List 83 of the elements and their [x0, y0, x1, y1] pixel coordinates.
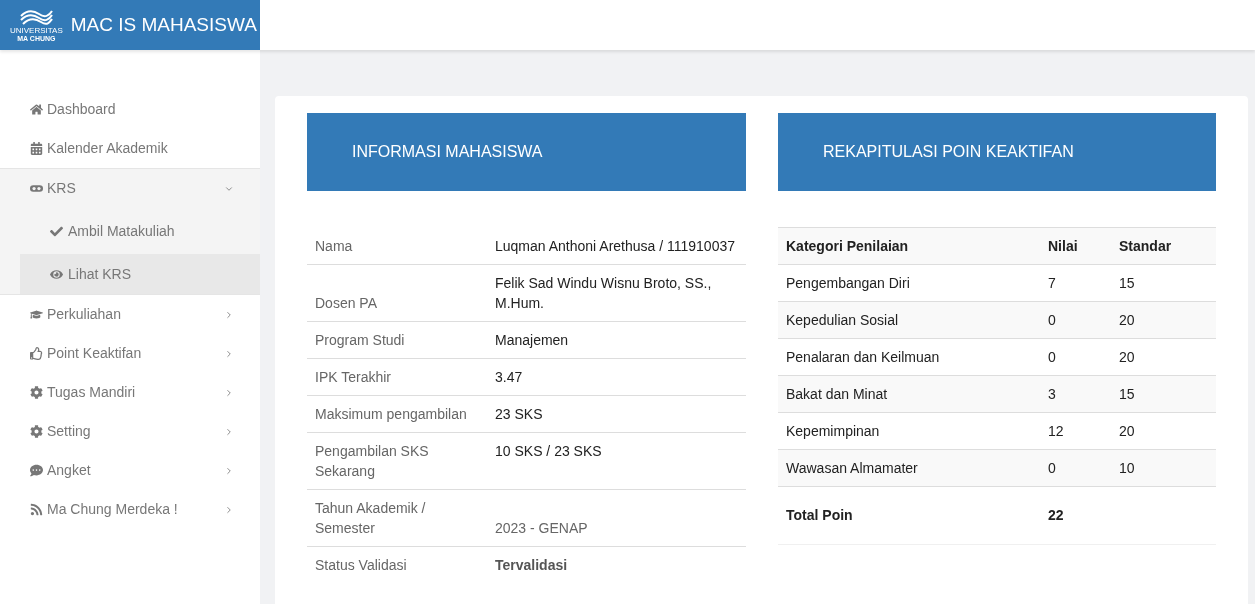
total-value: 22 — [1040, 486, 1111, 545]
field-label: Pengambilan SKS Sekarang — [307, 432, 487, 490]
sidebar-label: Tugas Mandiri — [47, 383, 136, 402]
table-cell: 20 — [1111, 412, 1216, 450]
sidebar-item[interactable]: KRS — [0, 169, 260, 208]
sidebar-item[interactable]: Setting — [0, 412, 260, 451]
field-label: Maksimum pengambilan — [307, 395, 487, 433]
field-value: 2023 - GENAP — [487, 489, 746, 547]
submenu-label: Lihat KRS — [68, 264, 132, 284]
sidebar-label: Perkuliahan — [47, 305, 121, 324]
field-label: Tahun Akademik / Semester — [307, 489, 487, 547]
table-cell: 7 — [1040, 264, 1111, 302]
sidebar-label: KRS — [47, 179, 76, 198]
column-header: Nilai — [1040, 227, 1111, 265]
sidebar-label: Angket — [47, 461, 91, 480]
field-label: Program Studi — [307, 321, 487, 359]
table-cell: Wawasan Almamater — [778, 449, 1040, 487]
panel-title: REKAPITULASI POIN KEAKTIFAN — [823, 142, 1074, 162]
field-value: Manajemen — [487, 321, 746, 359]
submenu-item[interactable]: Ambil Matakuliah — [20, 211, 260, 251]
sidebar-item[interactable]: Point Keaktifan — [0, 334, 260, 373]
submenu-item[interactable]: Lihat KRS — [20, 254, 260, 294]
sidebar-label: Ma Chung Merdeka ! — [47, 500, 178, 519]
field-value: Tervalidasi — [487, 546, 746, 583]
graduation-cap-icon — [30, 308, 43, 321]
chevron-right-icon — [224, 465, 234, 476]
app-title[interactable]: MAC IS MAHASISWA — [70, 10, 257, 40]
sidebar-item[interactable]: Dashboard — [0, 90, 260, 129]
controller-icon — [30, 182, 43, 195]
sidebar-item[interactable]: Kalender Akademik — [0, 129, 260, 168]
eye-icon — [50, 267, 63, 281]
field-value: 10 SKS / 23 SKS — [487, 432, 746, 490]
total-label: Total Poin — [778, 486, 1040, 545]
table-cell: 15 — [1111, 375, 1216, 413]
table-cell: 0 — [1040, 301, 1111, 339]
table-cell: Kepemimpinan — [778, 412, 1040, 450]
table-cell: Penalaran dan Keilmuan — [778, 338, 1040, 376]
column-header: Kategori Penilaian — [778, 227, 1040, 265]
calendar-icon — [30, 142, 43, 155]
table-cell: 12 — [1040, 412, 1111, 450]
field-label: Nama — [307, 228, 487, 265]
table-cell: 20 — [1111, 338, 1216, 376]
sidebar-label: Setting — [47, 422, 91, 441]
table-cell: Kepedulian Sosial — [778, 301, 1040, 339]
sidebar-item[interactable]: Tugas Mandiri — [0, 373, 260, 412]
field-label: Status Validasi — [307, 546, 487, 583]
table-cell: 0 — [1040, 449, 1111, 487]
field-label: IPK Terakhir — [307, 358, 487, 396]
gear-icon — [30, 386, 43, 399]
rss-icon — [30, 503, 43, 516]
sidebar-item[interactable]: Ma Chung Merdeka ! — [0, 490, 260, 529]
sidebar-item[interactable]: Angket — [0, 451, 260, 490]
field-label: Dosen PA — [307, 264, 487, 322]
check-icon — [50, 224, 63, 238]
sidebar-item[interactable]: Perkuliahan — [0, 295, 260, 334]
chat-bubble-icon — [30, 464, 43, 477]
panel-title: INFORMASI MAHASISWA — [352, 142, 543, 162]
submenu-label: Ambil Matakuliah — [68, 221, 175, 241]
home-icon — [30, 103, 43, 116]
gear-icon — [30, 425, 43, 438]
table-cell: 15 — [1111, 264, 1216, 302]
table-cell: Pengembangan Diri — [778, 264, 1040, 302]
chevron-right-icon — [224, 387, 234, 398]
sidebar-label: Dashboard — [47, 100, 116, 119]
table-cell: 3 — [1040, 375, 1111, 413]
waves-logo-icon — [19, 7, 54, 26]
sidebar-label: Point Keaktifan — [47, 344, 142, 363]
sidebar-label: Kalender Akademik — [47, 139, 168, 158]
table-cell: 20 — [1111, 301, 1216, 339]
chevron-right-icon — [224, 309, 234, 320]
thumbs-up-icon — [30, 347, 43, 360]
logo-caption: UNIVERSITAS — [10, 25, 63, 35]
chevron-right-icon — [224, 348, 234, 359]
table-cell: Bakat dan Minat — [778, 375, 1040, 413]
field-value: Felik Sad Windu Wisnu Broto, SS., M.Hum. — [487, 264, 746, 322]
chevron-right-icon — [224, 504, 234, 515]
field-value: Luqman Anthoni Arethusa / 111910037 — [487, 228, 746, 265]
table-cell: 0 — [1040, 338, 1111, 376]
chevron-right-icon — [224, 426, 234, 437]
table-cell: 10 — [1111, 449, 1216, 487]
field-value: 23 SKS — [487, 395, 746, 433]
field-value: 3.47 — [487, 358, 746, 396]
column-header: Standar — [1111, 227, 1216, 265]
